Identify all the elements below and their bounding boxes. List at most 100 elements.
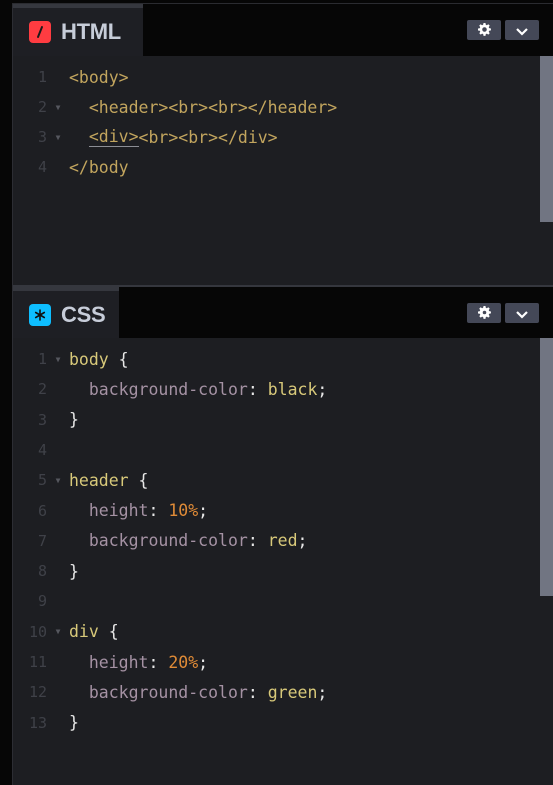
html-code-editor[interactable]: 1 <body> 2 ▼ <header><br><br></header> 3 ▼ … [13, 56, 553, 285]
css-property: background-color [88, 531, 248, 551]
line-number: 8 [37, 562, 47, 581]
close-brace: } [69, 561, 79, 581]
close-brace: } [69, 410, 79, 430]
line-number: 11 [28, 653, 47, 671]
line-number: 5 [37, 471, 47, 490]
html-tab-label: HTML [61, 19, 121, 44]
open-brace: { [108, 349, 129, 369]
line-number: 1 [37, 350, 47, 368]
line-number: 9 [37, 592, 47, 611]
semicolon: ; [317, 379, 328, 399]
code-text: <header><br><br></header> [69, 97, 338, 117]
code-line: 4 </body [13, 152, 540, 182]
css-property: height [88, 501, 149, 520]
html-settings-button[interactable] [467, 20, 501, 40]
html-editor-pane: HTML 1 <body> 2 ▼ <header><br><br></header… [13, 4, 553, 285]
css-selector: div [69, 622, 99, 642]
fold-arrow-icon[interactable]: ▼ [47, 476, 69, 485]
css-tab[interactable]: CSS [13, 287, 119, 338]
gear-icon [477, 304, 491, 323]
code-line: 8} [13, 556, 540, 586]
css-value: red [267, 531, 298, 551]
code-text: <body> [69, 67, 129, 87]
code-line: 1 ▼ body { [13, 344, 540, 374]
open-brace: { [128, 470, 149, 490]
css-property: background-color [88, 379, 248, 399]
html-scrollbar[interactable] [540, 56, 553, 285]
code-line: 1 <body> [13, 62, 540, 92]
semicolon: ; [198, 501, 209, 520]
css-collapse-button[interactable] [505, 303, 539, 323]
fold-arrow-icon[interactable]: ▼ [47, 133, 69, 142]
colon: : [148, 652, 169, 672]
html-scrollbar-thumb[interactable] [540, 56, 553, 222]
css-property: height [88, 652, 149, 672]
line-number: 3 [37, 410, 47, 429]
line-number: 13 [28, 713, 47, 732]
css-settings-button[interactable] [467, 303, 501, 323]
line-number: 6 [37, 501, 47, 520]
code-line: 4 [13, 435, 540, 465]
fold-arrow-icon[interactable]: ▼ [47, 355, 69, 364]
html-tab-bar: HTML [13, 4, 553, 56]
css-editor-pane: CSS 1 ▼ body {2 background-color: black; 3}… [13, 287, 553, 785]
css-selector: body [69, 349, 109, 369]
html-tab[interactable]: HTML [13, 4, 143, 56]
semicolon: ; [317, 682, 328, 702]
asterisk-icon [29, 303, 51, 326]
code-line: 2 background-color: black; [13, 374, 540, 404]
gear-icon [477, 21, 491, 40]
colon: : [148, 501, 169, 520]
colon: : [247, 682, 268, 702]
css-scrollbar-thumb[interactable] [540, 338, 553, 596]
line-number: 4 [37, 158, 47, 176]
code-line: 2 ▼ <header><br><br></header> [13, 92, 540, 122]
line-number: 7 [37, 531, 47, 550]
css-scrollbar[interactable] [540, 338, 553, 785]
chevron-down-icon [515, 21, 529, 40]
left-gutter-strip [0, 0, 12, 785]
close-brace: } [69, 713, 79, 733]
line-number: 4 [37, 440, 47, 459]
css-value: green [267, 682, 318, 702]
semicolon: ; [198, 652, 209, 672]
code-line: 9 [13, 586, 540, 616]
code-line: 5 ▼ header { [13, 465, 540, 495]
slash-icon [29, 21, 51, 43]
css-value: 20% [168, 652, 199, 672]
line-number: 10 [28, 622, 47, 641]
colon: : [247, 379, 268, 399]
css-value: 10% [168, 501, 199, 520]
colon: : [247, 531, 268, 551]
css-property: background-color [88, 682, 248, 702]
code-line: 11 height: 20%; [13, 647, 540, 677]
code-line: 7 background-color: red; [13, 526, 540, 556]
css-selector: header [69, 470, 129, 490]
open-brace: { [98, 622, 119, 642]
line-number: 1 [37, 68, 47, 86]
css-tab-bar: CSS [13, 287, 553, 338]
matched-tag: <div> [88, 127, 139, 147]
code-line: 3 ▼ <div> <br><br></div> [13, 122, 540, 152]
css-tab-label: CSS [61, 301, 106, 327]
code-line: 12 background-color: green; [13, 677, 540, 707]
code-line: 6 height: 10%; [13, 496, 540, 526]
semicolon: ; [297, 531, 308, 551]
line-number: 12 [28, 683, 47, 702]
css-code-editor[interactable]: 1 ▼ body {2 background-color: black; 3} 4 5 ▼ h… [13, 338, 553, 785]
line-number: 2 [37, 98, 47, 116]
html-collapse-button[interactable] [505, 20, 539, 40]
code-line: 3} [13, 405, 540, 435]
chevron-down-icon [515, 304, 529, 323]
fold-arrow-icon[interactable]: ▼ [47, 627, 69, 636]
code-line: 10 ▼ div { [13, 617, 540, 647]
code-line: 13} [13, 708, 540, 738]
fold-arrow-icon[interactable]: ▼ [47, 103, 69, 112]
line-number: 3 [37, 128, 47, 146]
line-number: 2 [37, 380, 47, 399]
